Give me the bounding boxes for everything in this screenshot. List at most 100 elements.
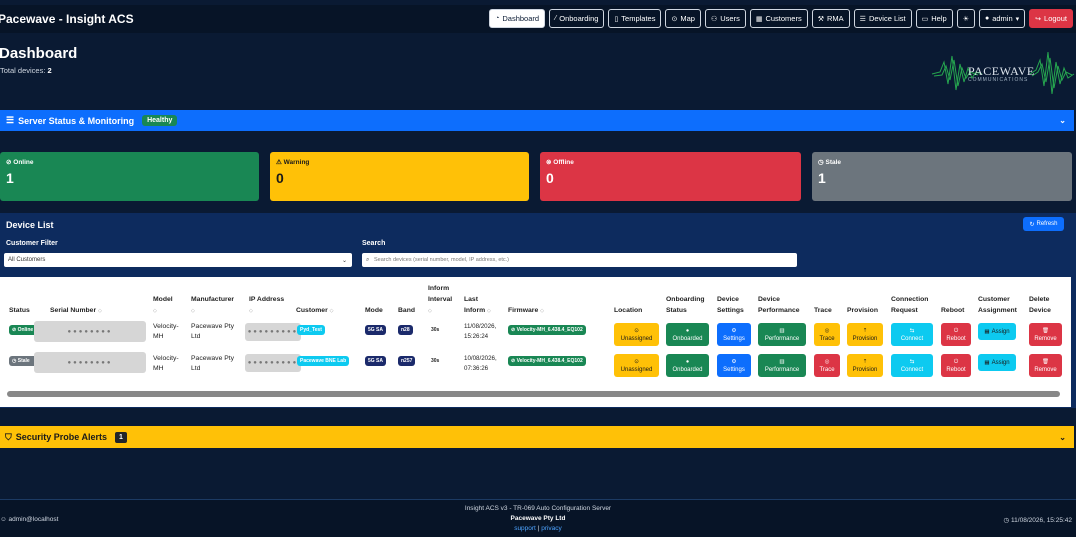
col-trace[interactable]: Trace — [814, 305, 832, 316]
connect-button[interactable]: ⇆ Connect — [891, 323, 933, 346]
chevron-down-icon[interactable]: ⌄ — [1059, 116, 1066, 125]
col-customer-assignment[interactable]: Customer Assignment — [978, 294, 1017, 316]
sort-icon: ◇ — [97, 308, 102, 314]
stat-card-stale[interactable]: ◷ Stale 1 — [812, 152, 1072, 201]
remove-button[interactable]: 🗑 Remove — [1029, 354, 1062, 377]
chevron-down-icon[interactable]: ⌄ — [1059, 433, 1066, 442]
settings-button[interactable]: ⚙ Settings — [717, 323, 751, 346]
col-provision[interactable]: Provision — [847, 305, 878, 316]
col-connection-request[interactable]: Connection Request — [891, 294, 928, 316]
col-device-performance[interactable]: Device Performance — [758, 294, 800, 316]
col-onboarding-status[interactable]: Onboarding Status — [666, 294, 705, 316]
col-status[interactable]: Status — [9, 305, 30, 316]
col-manufacturer[interactable]: Manufacturer ◇ — [191, 294, 234, 317]
total-devices: Total devices: 2 — [0, 66, 52, 75]
trash-icon: 🗑 — [1042, 358, 1049, 365]
trace-button[interactable]: ◎ Trace — [814, 323, 840, 346]
customer-filter-select[interactable]: All Customers ⌄ — [4, 253, 352, 267]
nav-templates-button[interactable]: ▯ Templates — [608, 9, 662, 28]
provision-button[interactable]: ⇡ Provision — [847, 323, 883, 346]
stat-card-offline[interactable]: ⊗ Offline 0 — [540, 152, 801, 201]
col-reboot[interactable]: Reboot — [941, 305, 964, 316]
performance-button[interactable]: ▥ Performance — [758, 323, 806, 346]
nav-device-list-button[interactable]: ☰ Device List — [853, 9, 912, 28]
provision-button[interactable]: ⇡ Provision — [847, 354, 883, 377]
footer-clock: ◷ 11/08/2026, 15:25:42 — [1003, 517, 1072, 524]
building-icon: ▦ — [984, 359, 990, 366]
col-last-inform[interactable]: Last Inform ◇ — [464, 294, 491, 317]
col-customer[interactable]: Customer ◇ — [296, 305, 333, 317]
reboot-button[interactable]: ⏻ Reboot — [941, 354, 971, 377]
col-model[interactable]: Model ◇ — [153, 294, 173, 317]
warning-icon: ⚠ — [276, 159, 282, 166]
nav-dashboard-button[interactable]: ◔ Dashboard — [489, 9, 546, 28]
col-inform-interval[interactable]: Inform Interval ◇ — [428, 283, 452, 317]
mode-badge: 5G SA — [365, 356, 387, 366]
location-button[interactable]: ⊙ Unassigned — [614, 323, 659, 346]
settings-button[interactable]: ⚙ Settings — [717, 354, 751, 377]
stat-value-offline: 0 — [546, 170, 554, 186]
serial-number-redacted[interactable]: ●●●●●●●● — [34, 321, 146, 342]
nav-customers-button[interactable]: ▦ Customers — [749, 9, 808, 28]
logo-subtitle: COMMUNICATIONS — [968, 77, 1029, 83]
stat-value-stale: 1 — [818, 170, 826, 186]
trace-button[interactable]: ◎ Trace — [814, 354, 840, 377]
col-ip[interactable]: IP Address ◇ — [249, 294, 284, 317]
nav-rma-button[interactable]: ⚒ RMA — [811, 9, 850, 28]
user-menu-button[interactable]: ● admin ▾ — [978, 9, 1026, 28]
manufacturer-cell: Pacewave Pty Ltd — [191, 323, 235, 340]
col-mode[interactable]: Mode — [365, 305, 383, 316]
col-device-settings[interactable]: Device Settings — [717, 294, 744, 316]
col-location[interactable]: Location — [614, 305, 642, 316]
assign-button[interactable]: ▦ Assign — [978, 354, 1016, 371]
app-brand[interactable]: Pacewave - Insight ACS — [0, 12, 134, 26]
stat-card-warning[interactable]: ⚠ Warning 0 — [270, 152, 529, 201]
reboot-button[interactable]: ⏻ Reboot — [941, 323, 971, 346]
file-icon: ▯ — [614, 15, 619, 23]
privacy-link[interactable]: privacy — [541, 525, 562, 532]
gear-icon: ⚙ — [731, 358, 737, 365]
chevron-down-icon: ⌄ — [341, 257, 347, 264]
customer-filter-label: Customer Filter — [6, 240, 58, 247]
assign-button[interactable]: ▦ Assign — [978, 323, 1016, 340]
check-circle-icon: ⊘ — [6, 159, 12, 166]
firmware-badge: ⊘ Velocity-MH_6.438.4_EQ102 — [508, 356, 586, 366]
performance-button[interactable]: ▥ Performance — [758, 354, 806, 377]
logout-icon: ↪ — [1035, 15, 1042, 23]
horizontal-scrollbar[interactable] — [7, 391, 1060, 397]
last-inform-cell: 11/08/2026, 15:26:24 — [464, 323, 497, 340]
server-status-bar[interactable]: ☰ Server Status & Monitoring Healthy ⌄ — [0, 110, 1074, 131]
location-button[interactable]: ⊙ Unassigned — [614, 354, 659, 377]
last-inform-cell: 10/08/2026, 07:36:26 — [464, 355, 497, 372]
check-circle-icon: ⊘ — [12, 327, 17, 333]
logout-button[interactable]: ↪ Logout — [1029, 9, 1073, 28]
stat-card-online[interactable]: ⊘ Online 1 — [0, 152, 259, 201]
nav-map-button[interactable]: ⊙ Map — [665, 9, 701, 28]
serial-number-redacted[interactable]: ●●●●●●●● — [34, 352, 146, 373]
col-firmware[interactable]: Firmware ◇ — [508, 305, 544, 317]
dashboard-icon: ◔ — [495, 15, 500, 22]
nav-users-button[interactable]: ⚇ Users — [704, 9, 746, 28]
ip-address-redacted[interactable]: ●●●●●●●●● — [245, 323, 301, 341]
col-band[interactable]: Band — [398, 305, 415, 316]
col-serial[interactable]: Serial Number ◇ — [50, 305, 102, 317]
status-badge: ◷ Stale — [9, 356, 37, 366]
refresh-button[interactable]: ↻ Refresh — [1023, 217, 1064, 231]
theme-toggle-button[interactable]: ☀ — [956, 9, 975, 28]
model-cell: Velocity- MH — [153, 323, 179, 340]
onboarding-status-button[interactable]: ● Onboarded — [666, 323, 709, 346]
support-link[interactable]: support — [514, 525, 536, 532]
onboarding-status-button[interactable]: ● Onboarded — [666, 354, 709, 377]
list-icon: ☰ — [859, 15, 866, 23]
security-alerts-bar[interactable]: ⛉ Security Probe Alerts 1 ⌄ — [0, 426, 1074, 448]
ip-address-redacted[interactable]: ●●●●●●●●● — [245, 354, 301, 372]
remove-button[interactable]: 🗑 Remove — [1029, 323, 1062, 346]
nav-help-button[interactable]: ▭ Help — [915, 9, 953, 28]
interval-badge: 30s — [428, 356, 443, 366]
nav-onboarding-button[interactable]: ⁄ Onboarding — [549, 9, 605, 28]
search-input[interactable]: ⌕ Search devices (serial number, model, … — [362, 253, 797, 267]
col-delete-device[interactable]: Delete Device — [1029, 294, 1051, 316]
security-alerts-title: Security Probe Alerts — [15, 432, 107, 442]
connect-button[interactable]: ⇆ Connect — [891, 354, 933, 377]
map-pin-icon: ⊙ — [634, 327, 639, 334]
